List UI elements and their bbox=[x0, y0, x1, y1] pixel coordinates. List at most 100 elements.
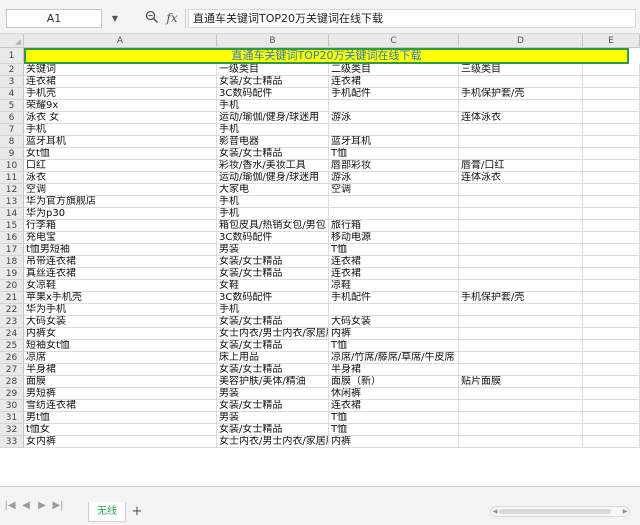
cell-e[interactable] bbox=[583, 268, 640, 280]
cell-c[interactable]: 唇部彩妆 bbox=[329, 160, 459, 172]
cell-c[interactable]: T恤 bbox=[329, 148, 459, 160]
cell-b[interactable]: 影音电器 bbox=[217, 136, 329, 148]
cell-e[interactable] bbox=[583, 172, 640, 184]
cell-c[interactable] bbox=[329, 100, 459, 112]
row-header[interactable]: 22 bbox=[0, 304, 24, 316]
cell-e[interactable] bbox=[583, 304, 640, 316]
cell-a[interactable]: 关键词 bbox=[24, 64, 217, 76]
magnifier-icon[interactable] bbox=[144, 10, 160, 26]
cell-a[interactable]: 华为官方旗舰店 bbox=[24, 196, 217, 208]
cell-c[interactable]: 凉席/竹席/藤席/草席/牛皮席 bbox=[329, 352, 459, 364]
row-header[interactable]: 27 bbox=[0, 364, 24, 376]
cell-b[interactable]: 手机 bbox=[217, 124, 329, 136]
horizontal-scrollbar[interactable]: ◀ ▶ bbox=[490, 506, 630, 517]
name-box[interactable]: A1 bbox=[6, 9, 102, 28]
cell-a[interactable]: t恤女 bbox=[24, 424, 217, 436]
cell-e[interactable] bbox=[583, 436, 640, 448]
cell-b[interactable]: 女装/女士精品 bbox=[217, 316, 329, 328]
cell-b[interactable]: 手机 bbox=[217, 100, 329, 112]
cell-e[interactable] bbox=[583, 112, 640, 124]
next-sheet-icon[interactable]: ▶ bbox=[36, 499, 48, 513]
cell-b[interactable]: 女装/女士精品 bbox=[217, 340, 329, 352]
row-header[interactable]: 26 bbox=[0, 352, 24, 364]
cell-b[interactable]: 床上用品 bbox=[217, 352, 329, 364]
cell-b[interactable]: 女装/女士精品 bbox=[217, 364, 329, 376]
function-icon[interactable]: fx bbox=[163, 10, 181, 26]
cell-d[interactable] bbox=[459, 328, 583, 340]
row-header[interactable]: 6 bbox=[0, 112, 24, 124]
cell-b[interactable]: 女装/女士精品 bbox=[217, 256, 329, 268]
cell-c[interactable]: T恤 bbox=[329, 412, 459, 424]
cell-d[interactable] bbox=[459, 316, 583, 328]
cell-b[interactable]: 运动/瑜伽/健身/球迷用 bbox=[217, 112, 329, 124]
cell-d[interactable]: 连体泳衣 bbox=[459, 172, 583, 184]
cell-e[interactable] bbox=[583, 220, 640, 232]
cell-e[interactable] bbox=[583, 64, 640, 76]
row-header[interactable]: 15 bbox=[0, 220, 24, 232]
title-cell[interactable]: 直通车关键词TOP20万关键词在线下载 bbox=[24, 48, 629, 64]
cell-a[interactable]: 女凉鞋 bbox=[24, 280, 217, 292]
cell-e[interactable] bbox=[583, 340, 640, 352]
cell-a[interactable]: 蓝牙耳机 bbox=[24, 136, 217, 148]
cell-e[interactable] bbox=[583, 196, 640, 208]
cell-b[interactable]: 男装 bbox=[217, 244, 329, 256]
cell-d[interactable]: 唇膏/口红 bbox=[459, 160, 583, 172]
cell-a[interactable]: 男t恤 bbox=[24, 412, 217, 424]
cell-e[interactable] bbox=[583, 256, 640, 268]
row-header[interactable]: 1 bbox=[0, 48, 24, 64]
cell-a[interactable]: 连衣裙 bbox=[24, 76, 217, 88]
add-sheet-button[interactable]: + bbox=[130, 502, 144, 522]
formula-input[interactable]: 直通车关键词TOP20万关键词在线下载 bbox=[188, 9, 636, 28]
cell-b[interactable]: 美容护肤/美体/精油 bbox=[217, 376, 329, 388]
cell-c[interactable]: 内裤 bbox=[329, 436, 459, 448]
row-header[interactable]: 3 bbox=[0, 76, 24, 88]
cell-d[interactable] bbox=[459, 256, 583, 268]
cell-b[interactable]: 3C数码配件 bbox=[217, 88, 329, 100]
cell-e[interactable] bbox=[583, 160, 640, 172]
row-header[interactable]: 4 bbox=[0, 88, 24, 100]
cell-b[interactable]: 女装/女士精品 bbox=[217, 424, 329, 436]
cell-b[interactable]: 手机 bbox=[217, 208, 329, 220]
cell-b[interactable]: 手机 bbox=[217, 304, 329, 316]
cell-a[interactable]: t恤男短袖 bbox=[24, 244, 217, 256]
cell-c[interactable]: T恤 bbox=[329, 424, 459, 436]
cell-a[interactable]: 雪纺连衣裙 bbox=[24, 400, 217, 412]
cell-c[interactable]: 移动电源 bbox=[329, 232, 459, 244]
cell-b[interactable]: 女士内衣/男士内衣/家居服 bbox=[217, 436, 329, 448]
column-header-d[interactable]: D bbox=[459, 34, 583, 48]
scrollbar-thumb[interactable] bbox=[499, 509, 611, 514]
sheet-tab[interactable]: 无线 bbox=[88, 502, 126, 522]
cell-d[interactable]: 三级类目 bbox=[459, 64, 583, 76]
cell-e[interactable] bbox=[583, 328, 640, 340]
row-header[interactable]: 24 bbox=[0, 328, 24, 340]
column-header-c[interactable]: C bbox=[329, 34, 459, 48]
cell-c[interactable]: 连衣裙 bbox=[329, 76, 459, 88]
cell-e[interactable] bbox=[583, 136, 640, 148]
cell-e[interactable] bbox=[583, 76, 640, 88]
cell-a[interactable]: 空调 bbox=[24, 184, 217, 196]
cell-c[interactable] bbox=[329, 208, 459, 220]
cell-e[interactable] bbox=[583, 280, 640, 292]
cell-a[interactable]: 男短裤 bbox=[24, 388, 217, 400]
cell-e[interactable] bbox=[583, 148, 640, 160]
cell-c[interactable]: 连衣裙 bbox=[329, 256, 459, 268]
cell-a[interactable]: 真丝连衣裙 bbox=[24, 268, 217, 280]
cell-e[interactable] bbox=[583, 244, 640, 256]
cell-b[interactable]: 男装 bbox=[217, 412, 329, 424]
cell-a[interactable]: 充电宝 bbox=[24, 232, 217, 244]
row-header[interactable]: 11 bbox=[0, 172, 24, 184]
cell-c[interactable] bbox=[329, 196, 459, 208]
cell-e[interactable] bbox=[583, 100, 640, 112]
cell-d[interactable] bbox=[459, 364, 583, 376]
cell-c[interactable]: 大码女装 bbox=[329, 316, 459, 328]
cell-a[interactable]: 大码女装 bbox=[24, 316, 217, 328]
cell-d[interactable]: 连体泳衣 bbox=[459, 112, 583, 124]
cell-d[interactable] bbox=[459, 148, 583, 160]
cell-b[interactable]: 女装/女士精品 bbox=[217, 148, 329, 160]
cell-c[interactable]: 手机配件 bbox=[329, 88, 459, 100]
cell-a[interactable]: 短袖女t恤 bbox=[24, 340, 217, 352]
cell-d[interactable] bbox=[459, 196, 583, 208]
cell-b[interactable]: 大家电 bbox=[217, 184, 329, 196]
row-header[interactable]: 30 bbox=[0, 400, 24, 412]
cell-b[interactable]: 女鞋 bbox=[217, 280, 329, 292]
